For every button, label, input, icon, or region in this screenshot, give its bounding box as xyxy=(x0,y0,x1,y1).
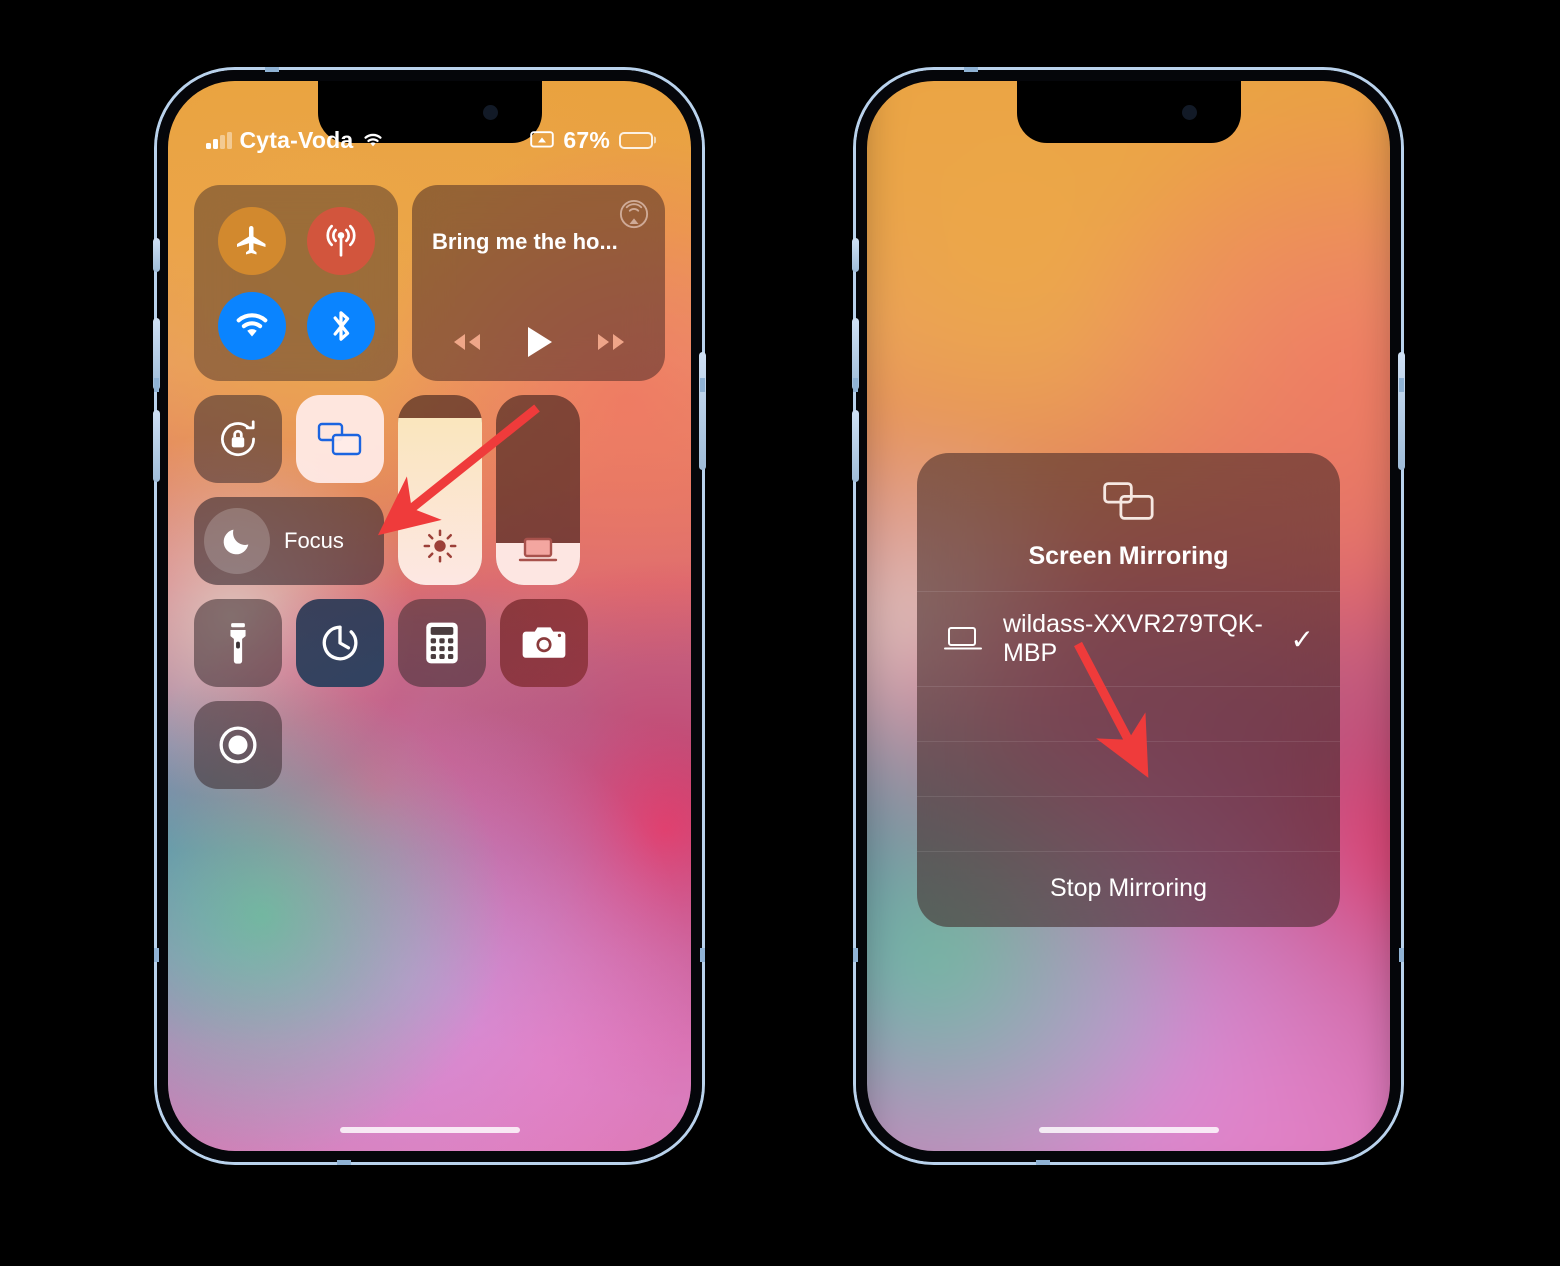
device-list-item[interactable]: wildass-XXVR279TQK-MBP ✓ xyxy=(917,592,1340,687)
record-icon xyxy=(219,726,257,764)
antenna-band xyxy=(154,948,159,962)
camera-button[interactable] xyxy=(500,599,588,687)
antenna-band xyxy=(853,948,858,962)
phone-screen-right: Screen Mirroring wildass-XXVR279TQK-MBP … xyxy=(867,81,1390,1151)
camera-icon xyxy=(522,627,566,658)
carrier-label: Cyta-Voda xyxy=(239,126,354,153)
laptop-icon xyxy=(517,535,559,565)
flashlight-icon xyxy=(230,623,246,664)
antenna-band xyxy=(964,67,978,72)
rotation-lock-icon xyxy=(221,420,255,456)
calculator-button[interactable] xyxy=(398,599,486,687)
antenna-band xyxy=(337,1160,351,1165)
home-indicator[interactable] xyxy=(1038,1127,1219,1133)
volume-down-button[interactable] xyxy=(153,410,160,482)
mute-switch[interactable] xyxy=(852,238,859,272)
flashlight-button[interactable] xyxy=(194,599,282,687)
timer-icon xyxy=(322,625,358,661)
device-list-empty-row xyxy=(917,687,1340,742)
antenna-band xyxy=(1399,378,1404,392)
moon-icon xyxy=(223,529,249,555)
antenna-band xyxy=(700,948,705,962)
front-camera-icon xyxy=(482,105,498,120)
signal-bars-icon xyxy=(206,131,232,149)
wifi-icon xyxy=(361,131,385,149)
device-list-empty-row xyxy=(917,742,1340,797)
mute-switch[interactable] xyxy=(153,238,160,272)
brightness-slider[interactable] xyxy=(398,395,482,585)
control-center-row-middle: Focus xyxy=(194,395,665,585)
brightness-sun-icon xyxy=(421,527,459,565)
fast-forward-icon xyxy=(597,334,624,350)
control-center: Bring me the ho... Focus xyxy=(194,185,665,789)
antenna-band xyxy=(154,378,159,392)
front-camera-icon xyxy=(1181,105,1197,120)
rewind-icon xyxy=(453,334,480,350)
volume-down-button[interactable] xyxy=(852,410,859,482)
focus-label: Focus xyxy=(284,528,344,553)
volume-slider[interactable] xyxy=(496,395,580,585)
battery-icon xyxy=(619,131,653,149)
play-button[interactable] xyxy=(524,325,554,359)
now-playing-title: Bring me the ho... xyxy=(432,229,618,254)
notch xyxy=(1016,81,1241,143)
rewind-button[interactable] xyxy=(449,330,483,354)
iphone-device-right: Screen Mirroring wildass-XXVR279TQK-MBP … xyxy=(852,67,1405,1165)
bluetooth-icon xyxy=(333,310,349,341)
play-icon xyxy=(527,327,552,357)
iphone-device-left: Cyta-Voda 67% Bring me the ho... Focus xyxy=(153,67,706,1165)
antenna-band xyxy=(265,67,279,72)
wifi-toggle[interactable] xyxy=(217,291,286,360)
screen-mirroring-icon xyxy=(530,130,555,150)
screen-mirroring-tile[interactable] xyxy=(296,395,384,483)
calculator-icon xyxy=(426,622,458,664)
antenna-band xyxy=(700,378,705,392)
phone-screen-left: Cyta-Voda 67% Bring me the ho... Focus xyxy=(168,81,691,1151)
rotation-lock-toggle[interactable] xyxy=(194,395,282,483)
screenshot-stage: Cyta-Voda 67% Bring me the ho... Focus S… xyxy=(0,0,1560,1266)
timer-button[interactable] xyxy=(296,599,384,687)
bluetooth-toggle[interactable] xyxy=(306,291,375,360)
screen-record-button[interactable] xyxy=(194,701,282,789)
status-bar: Cyta-Voda 67% xyxy=(168,125,691,155)
device-name-label: wildass-XXVR279TQK-MBP xyxy=(1003,610,1263,667)
home-indicator[interactable] xyxy=(339,1127,520,1133)
control-center-row-top: Bring me the ho... xyxy=(194,185,665,381)
antenna-band xyxy=(1399,948,1404,962)
screen-mirroring-panel-header: Screen Mirroring xyxy=(917,453,1340,592)
power-button[interactable] xyxy=(1398,352,1405,470)
antenna-band xyxy=(1036,1160,1050,1165)
fast-forward-button[interactable] xyxy=(595,330,629,354)
wifi-icon xyxy=(236,312,267,336)
control-center-middle-left: Focus xyxy=(194,395,384,585)
antenna-band xyxy=(853,378,858,392)
battery-percent-label: 67% xyxy=(563,126,610,153)
stop-mirroring-button[interactable]: Stop Mirroring xyxy=(917,852,1340,927)
airplane-mode-toggle[interactable] xyxy=(217,206,286,275)
device-list-empty-row xyxy=(917,797,1340,852)
airplay-audio-icon[interactable] xyxy=(619,199,649,234)
screen-mirroring-title: Screen Mirroring xyxy=(1028,542,1229,570)
screen-mirroring-icon xyxy=(1102,479,1156,523)
laptop-icon xyxy=(943,625,983,653)
power-button[interactable] xyxy=(699,352,706,470)
cellular-data-toggle[interactable] xyxy=(306,206,375,275)
now-playing-widget[interactable]: Bring me the ho... xyxy=(412,185,665,381)
media-controls xyxy=(412,325,665,359)
focus-icon-circle xyxy=(204,508,270,574)
screen-mirroring-panel: Screen Mirroring wildass-XXVR279TQK-MBP … xyxy=(917,453,1340,927)
focus-tile[interactable]: Focus xyxy=(194,497,384,585)
cellular-icon xyxy=(325,224,356,257)
checkmark-icon: ✓ xyxy=(1290,623,1314,655)
control-center-shortcuts xyxy=(194,599,665,789)
airplane-icon xyxy=(236,225,265,254)
connectivity-module xyxy=(194,185,398,381)
screen-mirroring-icon xyxy=(317,422,362,456)
